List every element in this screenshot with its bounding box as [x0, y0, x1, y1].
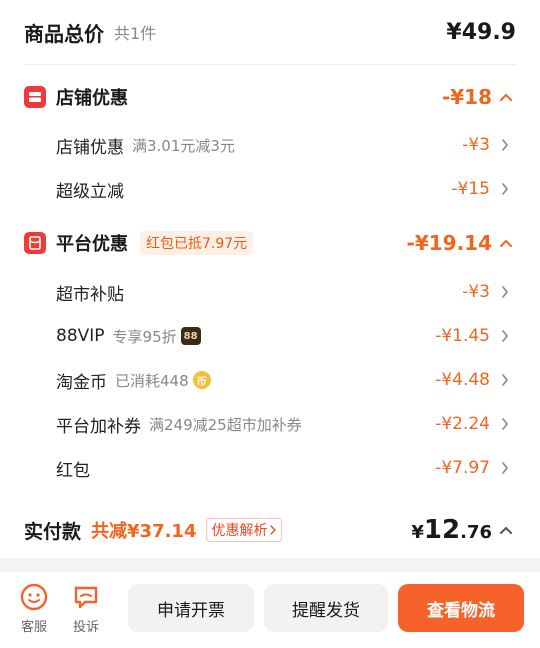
discount-note: 已消耗448 [115, 371, 189, 390]
list-item[interactable]: 红包 -¥7.97 [0, 453, 540, 483]
platform-discount-amount: -¥19.14 [406, 231, 492, 255]
discount-label: 红包 [56, 460, 90, 481]
apply-invoice-label: 申请开票 [157, 600, 225, 621]
coin-icon: 币 [192, 371, 211, 389]
divider [24, 64, 516, 65]
discount-label: 超级立减 [56, 181, 124, 202]
payment-saved: 共减¥37.14 [91, 521, 197, 542]
list-item[interactable]: 超级立减 -¥15 [0, 174, 540, 204]
platform-discount-header[interactable]: 平台优惠 红包已抵7.97元 -¥19.14 [0, 226, 540, 260]
shop-discount-header[interactable]: 店铺优惠 -¥18 [0, 80, 540, 114]
chevron-up-icon[interactable] [496, 233, 516, 253]
total-title: 商品总价 [24, 21, 104, 46]
shop-discount-title: 店铺优惠 [56, 88, 128, 109]
chevron-right-icon [270, 525, 277, 535]
shop-discount-amount: -¥18 [441, 85, 492, 109]
chevron-right-icon [496, 180, 514, 198]
list-item[interactable]: 超市补贴 -¥3 [0, 277, 540, 307]
total-amount: ¥49.9 [446, 19, 516, 45]
complaint-icon [74, 586, 98, 609]
discount-note: 满3.01元减3元 [132, 136, 235, 155]
payment-amount: ¥12.76 [411, 515, 492, 545]
customer-service-button[interactable]: 客服 [12, 582, 56, 635]
view-logistics-button[interactable]: 查看物流 [398, 584, 524, 632]
section-separator [0, 558, 540, 572]
chevron-up-icon[interactable] [496, 520, 516, 540]
discount-detail-button[interactable]: 优惠解析 [206, 518, 283, 542]
list-item[interactable]: 淘金币 已消耗448 币 -¥4.48 [0, 365, 540, 395]
payment-integer: 12 [423, 515, 461, 545]
chevron-right-icon [496, 283, 514, 301]
remind-shipping-label: 提醒发货 [292, 600, 360, 621]
red-packet-icon [24, 232, 46, 254]
customer-service-label: 客服 [20, 620, 47, 635]
discount-label: 88VIP [56, 326, 105, 346]
chevron-up-icon[interactable] [496, 87, 516, 107]
discount-amount: -¥1.45 [435, 326, 490, 346]
chevron-right-icon [496, 459, 514, 477]
discount-amount: -¥15 [451, 179, 490, 199]
discount-detail-label: 优惠解析 [211, 523, 268, 539]
payment-decimal: .76 [460, 522, 492, 543]
chevron-right-icon [496, 327, 514, 345]
complaint-label: 投诉 [72, 620, 99, 635]
discount-amount: -¥3 [462, 282, 490, 302]
list-item[interactable]: 88VIP 专享95折 88 -¥1.45 [0, 321, 540, 351]
list-item[interactable]: 平台加补券 满249减25超市加补券 -¥2.24 [0, 409, 540, 439]
discount-note: 专享95折 [112, 327, 177, 346]
discount-amount: -¥4.48 [435, 370, 490, 390]
vip-badge-icon: 88 [180, 327, 201, 345]
chevron-right-icon [496, 371, 514, 389]
list-item[interactable]: 店铺优惠 满3.01元减3元 -¥3 [0, 130, 540, 160]
remind-shipping-button[interactable]: 提醒发货 [264, 584, 388, 632]
platform-discount-title: 平台优惠 [56, 234, 128, 255]
discount-label: 超市补贴 [56, 284, 124, 305]
view-logistics-label: 查看物流 [427, 600, 495, 621]
total-count: 共1件 [114, 24, 157, 43]
discount-label: 淘金币 [56, 372, 107, 393]
discount-amount: -¥2.24 [435, 414, 490, 434]
payment-currency: ¥ [411, 522, 424, 543]
bottom-action-bar: 客服 投诉 申请开票 提醒发货 查看物流 [0, 572, 540, 648]
apply-invoice-button[interactable]: 申请开票 [128, 584, 254, 632]
discount-label: 平台加补券 [56, 416, 141, 437]
complaint-button[interactable]: 投诉 [64, 582, 108, 635]
payment-label: 实付款 [24, 520, 82, 543]
red-packet-tag: 红包已抵7.97元 [140, 231, 254, 255]
discount-note: 满249减25超市加补券 [149, 415, 302, 434]
discount-amount: -¥7.97 [435, 458, 490, 478]
discount-amount: -¥3 [462, 135, 490, 155]
shop-icon [24, 86, 46, 108]
total-row: 商品总价 共1件 ¥49.9 [0, 14, 540, 50]
chevron-right-icon [496, 415, 514, 433]
discount-label: 店铺优惠 [56, 137, 124, 158]
customer-service-icon [20, 583, 48, 611]
chevron-right-icon [496, 136, 514, 154]
payment-row: 实付款 共减¥37.14 优惠解析 ¥12.76 [0, 510, 540, 550]
